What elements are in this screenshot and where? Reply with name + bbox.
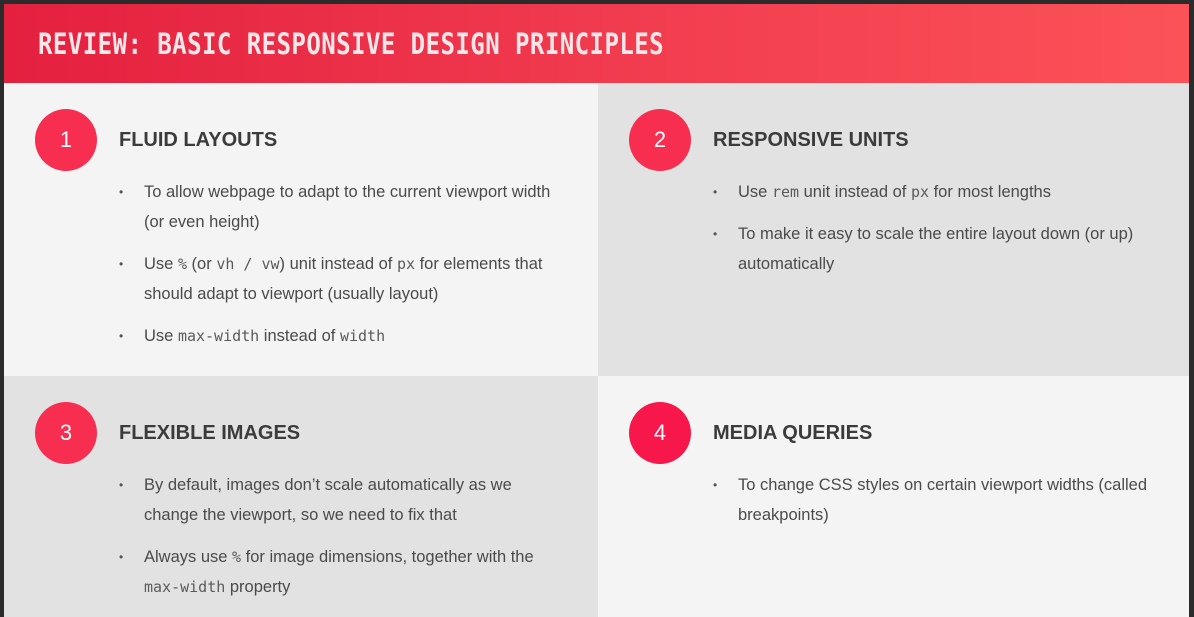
header-banner: REVIEW: BASIC RESPONSIVE DESIGN PRINCIPL… bbox=[4, 4, 1189, 83]
code-text: px bbox=[910, 183, 930, 201]
bullet-item: To change CSS styles on certain viewport… bbox=[713, 470, 1163, 530]
bullet-item: Use max-width instead of width bbox=[119, 321, 569, 351]
section-fluid-layouts: 1 FLUID LAYOUTS To allow webpage to adap… bbox=[4, 83, 598, 376]
code-text: % bbox=[177, 255, 187, 273]
code-text: px bbox=[396, 255, 415, 273]
section-title: FLEXIBLE IMAGES bbox=[119, 422, 301, 444]
code-text: max-width bbox=[177, 327, 260, 345]
bullet-item: Use % (or vh / vw) unit instead of px fo… bbox=[119, 249, 569, 309]
bullet-item: Always use % for image dimensions, toget… bbox=[119, 542, 569, 602]
code-text: vh / vw bbox=[216, 255, 280, 273]
section-media-queries: 4 MEDIA QUERIES To change CSS styles on … bbox=[598, 376, 1189, 617]
section-number-badge: 3 bbox=[35, 402, 97, 464]
section-title: MEDIA QUERIES bbox=[713, 422, 873, 444]
bullet-item: By default, images don’t scale automatic… bbox=[119, 470, 569, 530]
bullet-item: To allow webpage to adapt to the current… bbox=[119, 177, 569, 237]
section-number-badge: 4 bbox=[629, 402, 691, 464]
bullet-item: To make it easy to scale the entire layo… bbox=[713, 219, 1163, 279]
slide-title: REVIEW: BASIC RESPONSIVE DESIGN PRINCIPL… bbox=[38, 27, 665, 61]
code-text: max-width bbox=[144, 578, 226, 596]
code-text: rem bbox=[771, 183, 800, 201]
section-title: FLUID LAYOUTS bbox=[119, 129, 278, 151]
bullet-list: By default, images don’t scale automatic… bbox=[119, 470, 569, 614]
section-title: RESPONSIVE UNITS bbox=[713, 129, 909, 151]
bullet-list: To allow webpage to adapt to the current… bbox=[119, 177, 569, 363]
section-number-badge: 2 bbox=[629, 109, 691, 171]
code-text: % bbox=[232, 548, 242, 566]
bullet-list: To change CSS styles on certain viewport… bbox=[713, 470, 1163, 542]
slide: REVIEW: BASIC RESPONSIVE DESIGN PRINCIPL… bbox=[4, 4, 1189, 617]
section-flexible-images: 3 FLEXIBLE IMAGES By default, images don… bbox=[4, 376, 598, 617]
bullet-item: Use rem unit instead of px for most leng… bbox=[713, 177, 1163, 207]
bullet-list: Use rem unit instead of px for most leng… bbox=[713, 177, 1163, 291]
code-text: width bbox=[339, 327, 386, 345]
section-responsive-units: 2 RESPONSIVE UNITS Use rem unit instead … bbox=[598, 83, 1189, 376]
section-number-badge: 1 bbox=[35, 109, 97, 171]
